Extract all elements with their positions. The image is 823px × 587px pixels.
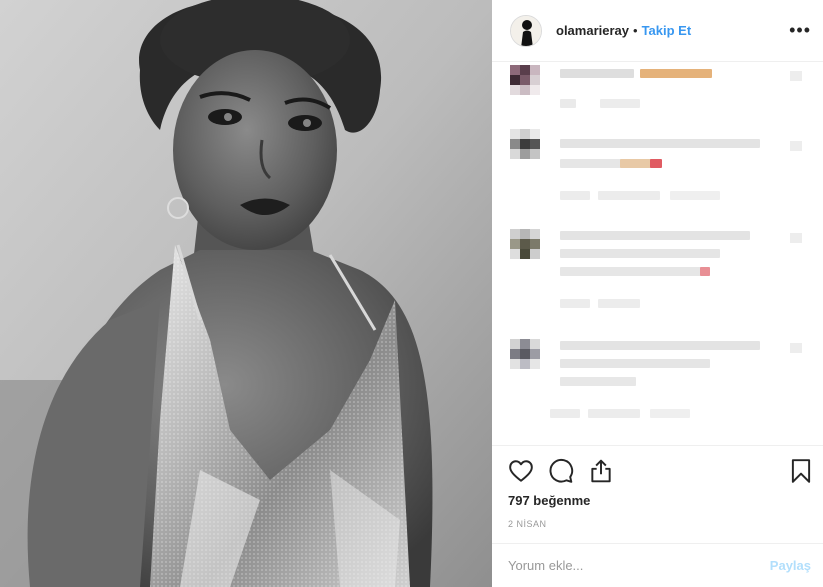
- portrait-image: [0, 0, 492, 587]
- comment-input[interactable]: [508, 558, 770, 573]
- username-link[interactable]: olamarieray: [556, 23, 629, 38]
- share-icon[interactable]: [588, 458, 616, 486]
- separator-dot: •: [633, 23, 638, 38]
- comment-icon[interactable]: [548, 458, 576, 486]
- more-options-icon[interactable]: •••: [789, 20, 811, 41]
- commenter-avatar[interactable]: [510, 129, 540, 159]
- commenter-avatar[interactable]: [510, 339, 540, 369]
- post-comment-button[interactable]: Paylaş: [770, 558, 811, 573]
- post-header: olamarieray • Takip Et •••: [492, 0, 823, 62]
- comment-form: Paylaş: [492, 543, 823, 587]
- bookmark-icon[interactable]: [788, 458, 816, 486]
- commenter-avatar[interactable]: [510, 229, 540, 259]
- avatar[interactable]: [510, 14, 542, 47]
- comments-list[interactable]: [492, 63, 823, 445]
- post-photo[interactable]: [0, 0, 492, 587]
- heart-icon[interactable]: [508, 458, 536, 486]
- follow-button[interactable]: Takip Et: [642, 23, 692, 38]
- commenter-avatar[interactable]: [510, 65, 540, 95]
- post-side-panel: olamarieray • Takip Et ••• 797 beğenme 2…: [492, 0, 823, 587]
- post-date: 2 NİSAN: [508, 519, 547, 529]
- post-actions: 797 beğenme 2 NİSAN: [492, 445, 823, 543]
- user-silhouette-icon: [511, 15, 541, 46]
- like-count[interactable]: 797 beğenme: [508, 493, 590, 508]
